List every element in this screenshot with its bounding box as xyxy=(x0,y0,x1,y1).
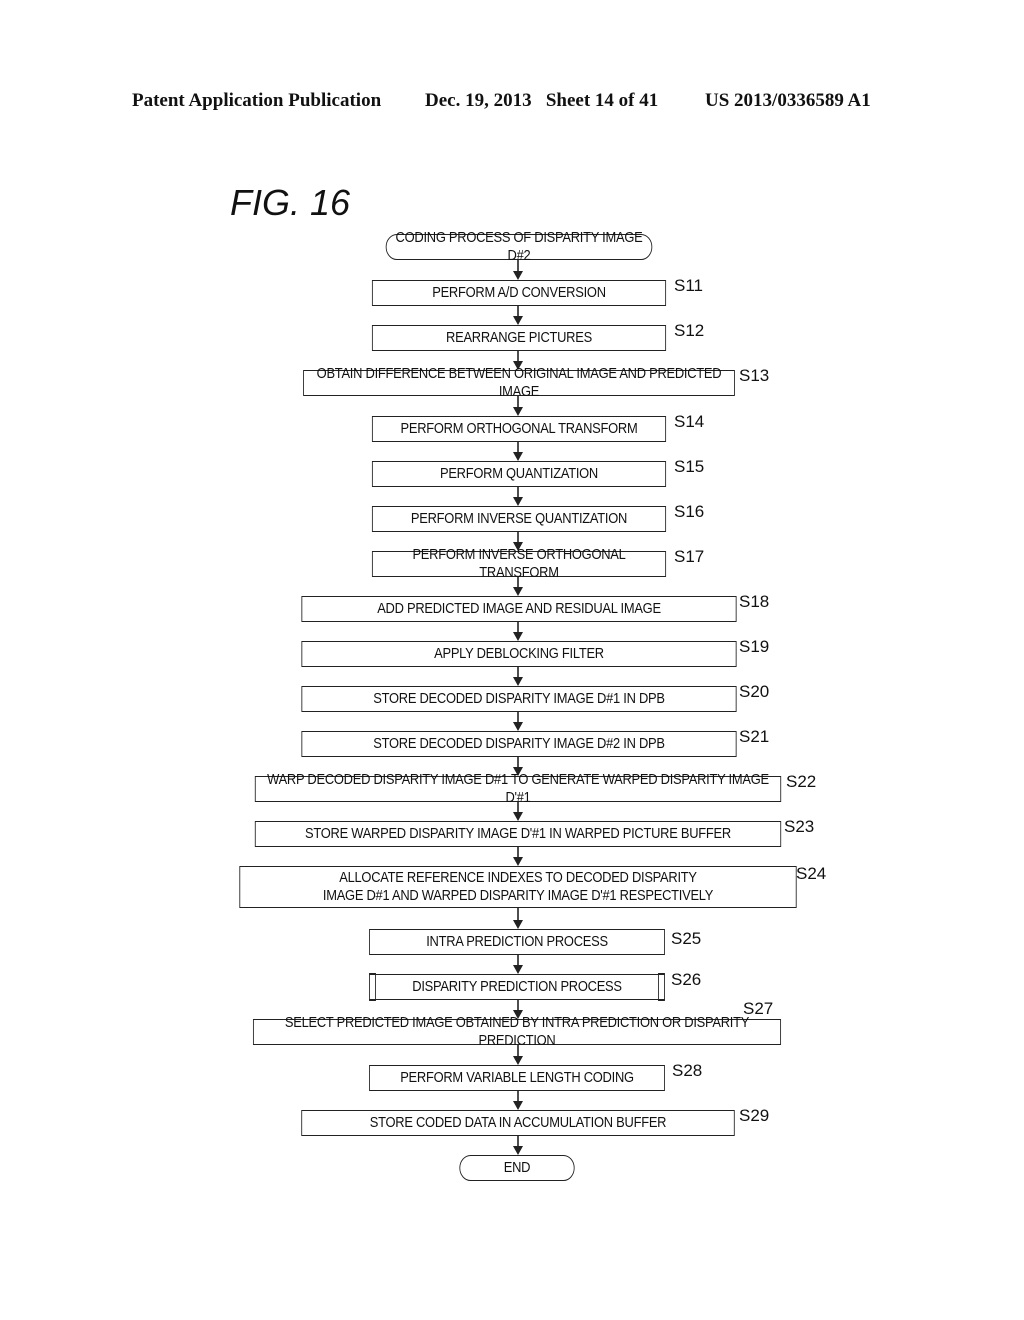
step-text: WARP DECODED DISPARITY IMAGE D#1 TO GENE… xyxy=(267,771,769,806)
step-text: INTRA PREDICTION PROCESS xyxy=(426,933,608,950)
step-s12: REARRANGE PICTURES xyxy=(371,325,667,351)
step-text: STORE DECODED DISPARITY IMAGE D#2 IN DPB xyxy=(373,735,665,752)
step-s19: APPLY DEBLOCKING FILTER xyxy=(301,641,737,667)
step-s23: STORE WARPED DISPARITY IMAGE D'#1 IN WAR… xyxy=(254,821,782,847)
flow-arrowhead xyxy=(513,920,523,929)
step-s27: SELECT PREDICTED IMAGE OBTAINED BY INTRA… xyxy=(252,1014,782,1049)
step-text: PERFORM A/D CONVERSION xyxy=(432,284,606,301)
step-s15: PERFORM QUANTIZATION xyxy=(371,461,667,487)
flow-arrowhead xyxy=(513,632,523,641)
step-text: REARRANGE PICTURES xyxy=(446,329,592,346)
step-label-s13: S13 xyxy=(739,366,770,385)
step-text: PERFORM ORTHOGONAL TRANSFORM xyxy=(400,420,638,437)
step-label-s14: S14 xyxy=(674,412,705,431)
step-text: STORE DECODED DISPARITY IMAGE D#1 IN DPB xyxy=(373,690,665,707)
step-text: PERFORM INVERSE QUANTIZATION xyxy=(410,510,628,527)
flow-arrowhead xyxy=(513,1056,523,1065)
step-label-s27: S27 xyxy=(743,999,774,1018)
flow-arrowhead xyxy=(513,587,523,596)
step-s16: PERFORM INVERSE QUANTIZATION xyxy=(371,506,667,532)
step-text: ADD PREDICTED IMAGE AND RESIDUAL IMAGE xyxy=(377,600,661,617)
flow-arrowhead xyxy=(513,857,523,866)
step-label-s22: S22 xyxy=(786,772,817,791)
flow-arrowhead xyxy=(513,722,523,731)
step-label-s15: S15 xyxy=(674,457,705,476)
step-label-s11: S11 xyxy=(674,276,703,295)
step-s21: STORE DECODED DISPARITY IMAGE D#2 IN DPB xyxy=(301,731,737,757)
step-text: STORE CODED DATA IN ACCUMULATION BUFFER xyxy=(369,1114,667,1131)
end-terminal: END xyxy=(459,1155,575,1181)
step-text: DISPARITY PREDICTION PROCESS xyxy=(412,978,622,995)
step-text: PERFORM VARIABLE LENGTH CODING xyxy=(400,1069,634,1086)
flow-arrowhead xyxy=(513,677,523,686)
step-text: APPLY DEBLOCKING FILTER xyxy=(434,645,604,662)
step-label-s18: S18 xyxy=(739,592,770,611)
step-label-s19: S19 xyxy=(739,637,770,656)
step-s14: PERFORM ORTHOGONAL TRANSFORM xyxy=(371,416,667,442)
flow-arrowhead xyxy=(513,812,523,821)
step-label-s29: S29 xyxy=(739,1106,770,1125)
step-s17: PERFORM INVERSE ORTHOGONAL TRANSFORM xyxy=(371,546,667,581)
step-text: SELECT PREDICTED IMAGE OBTAINED BY INTRA… xyxy=(284,1014,750,1049)
flow-arrowhead xyxy=(513,407,523,416)
step-s29: STORE CODED DATA IN ACCUMULATION BUFFER xyxy=(301,1110,735,1136)
flow-arrowhead xyxy=(513,316,523,325)
step-s18: ADD PREDICTED IMAGE AND RESIDUAL IMAGE xyxy=(301,596,737,622)
start-terminal: CODING PROCESS OF DISPARITY IMAGE D#2 xyxy=(385,229,653,264)
step-s11: PERFORM A/D CONVERSION xyxy=(371,280,667,306)
step-label-s17: S17 xyxy=(674,547,705,566)
step-label-s20: S20 xyxy=(739,682,770,701)
flow-arrowhead xyxy=(513,271,523,280)
step-label-s24: S24 xyxy=(796,864,827,883)
start-text: CODING PROCESS OF DISPARITY IMAGE D#2 xyxy=(395,229,643,264)
flow-arrowhead xyxy=(513,1101,523,1110)
step-label-s28: S28 xyxy=(672,1061,703,1080)
step-label-s26: S26 xyxy=(671,970,702,989)
step-text: STORE WARPED DISPARITY IMAGE D'#1 IN WAR… xyxy=(305,825,731,842)
flow-arrowhead xyxy=(513,452,523,461)
step-label-s23: S23 xyxy=(784,817,815,836)
step-text-line1: ALLOCATE REFERENCE INDEXES TO DECODED DI… xyxy=(339,869,697,886)
step-s26-subroutine: DISPARITY PREDICTION PROCESS xyxy=(369,973,665,1001)
end-text: END xyxy=(503,1159,531,1176)
step-label-s21: S21 xyxy=(739,727,770,746)
step-label-s16: S16 xyxy=(674,502,705,521)
step-s20: STORE DECODED DISPARITY IMAGE D#1 IN DPB xyxy=(301,686,737,712)
step-s13: OBTAIN DIFFERENCE BETWEEN ORIGINAL IMAGE… xyxy=(303,365,735,400)
step-text: PERFORM INVERSE ORTHOGONAL TRANSFORM xyxy=(412,546,626,581)
step-s22: WARP DECODED DISPARITY IMAGE D#1 TO GENE… xyxy=(254,771,782,806)
flow-arrowhead xyxy=(513,497,523,506)
step-label-s25: S25 xyxy=(671,929,702,948)
step-text: OBTAIN DIFFERENCE BETWEEN ORIGINAL IMAGE… xyxy=(316,365,722,400)
flow-arrowhead xyxy=(513,1146,523,1155)
step-label-s12: S12 xyxy=(674,321,705,340)
step-s28: PERFORM VARIABLE LENGTH CODING xyxy=(369,1065,665,1091)
flow-arrowhead xyxy=(513,965,523,974)
step-text-line2: IMAGE D#1 AND WARPED DISPARITY IMAGE D'#… xyxy=(322,887,714,904)
step-s24: ALLOCATE REFERENCE INDEXES TO DECODED DI… xyxy=(239,866,797,908)
step-text: PERFORM QUANTIZATION xyxy=(439,465,598,482)
step-s25: INTRA PREDICTION PROCESS xyxy=(369,929,665,955)
